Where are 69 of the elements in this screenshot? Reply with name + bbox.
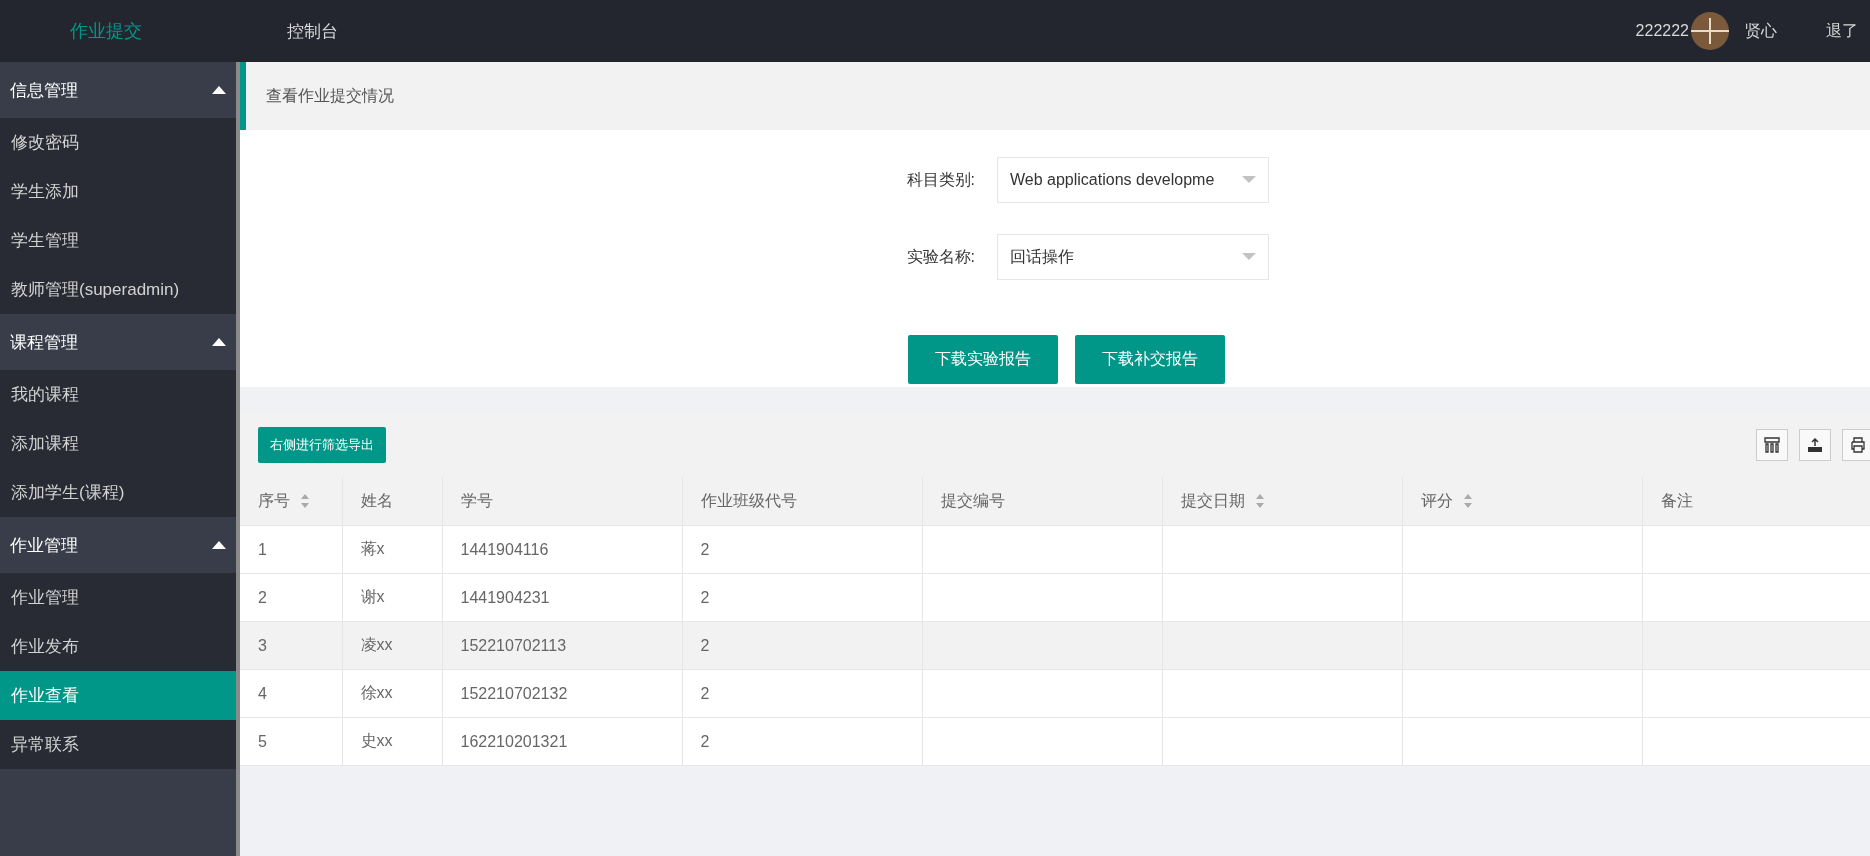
columns-icon bbox=[1764, 437, 1780, 453]
table-cell: 1441904116 bbox=[442, 525, 682, 574]
column-header: 学号 bbox=[442, 477, 682, 526]
columns-button[interactable] bbox=[1756, 429, 1788, 461]
table-cell: 152210702113 bbox=[442, 621, 682, 670]
table-cell: 2 bbox=[682, 621, 922, 670]
sidebar-item[interactable]: 学生管理 bbox=[0, 216, 236, 265]
download-button[interactable]: 下载补交报告 bbox=[1074, 335, 1225, 384]
page-title: 查看作业提交情况 bbox=[266, 85, 394, 106]
select-field[interactable]: 回话操作 bbox=[997, 234, 1269, 280]
table-cell: 谢x bbox=[342, 573, 442, 622]
sidebar-item[interactable]: 添加课程 bbox=[0, 419, 236, 468]
sidebar-item[interactable]: 作业管理 bbox=[0, 573, 236, 622]
avatar-icon[interactable] bbox=[1691, 12, 1729, 50]
table-row[interactable]: 4 徐xx 152210702132 2 bbox=[240, 669, 1870, 718]
column-header: 提交编号 bbox=[922, 477, 1162, 526]
table-cell: 5 bbox=[240, 717, 342, 766]
table-cell: 史xx bbox=[342, 717, 442, 766]
table-cell: 凌xx bbox=[342, 621, 442, 670]
table-cell: 2 bbox=[682, 669, 922, 718]
table-row[interactable]: 5 史xx 162210201321 2 bbox=[240, 717, 1870, 766]
table-cell: 1 bbox=[240, 525, 342, 574]
table-cell: 4 bbox=[240, 669, 342, 718]
field-label: 实验名称: bbox=[905, 246, 976, 267]
caret-up-icon bbox=[212, 541, 226, 549]
caret-up-icon bbox=[212, 86, 226, 94]
column-header: 备注 bbox=[1642, 477, 1870, 526]
sidebar-item[interactable]: 添加学生(课程) bbox=[0, 468, 236, 517]
column-header: 作业班级代号 bbox=[682, 477, 922, 526]
sidebar-item[interactable]: 我的课程 bbox=[0, 370, 236, 419]
export-button[interactable]: 右侧进行筛选导出 bbox=[258, 427, 386, 463]
table-cell: 蒋x bbox=[342, 525, 442, 574]
table-cell: 152210702132 bbox=[442, 669, 682, 718]
table-row[interactable]: 3 凌xx 152210702113 2 bbox=[240, 621, 1870, 670]
user-id: 222222 bbox=[1635, 22, 1689, 40]
dropdown-caret-icon bbox=[1242, 253, 1256, 261]
select-field[interactable]: Web applications developme bbox=[997, 157, 1269, 203]
user-name[interactable]: 贤心 bbox=[1745, 20, 1777, 42]
table-row[interactable]: 2 谢x 1441904231 2 bbox=[240, 573, 1870, 622]
download-button[interactable]: 下载实验报告 bbox=[907, 335, 1058, 384]
dropdown-caret-icon bbox=[1242, 176, 1256, 184]
table-cell: 162210201321 bbox=[442, 717, 682, 766]
export-tool-button[interactable] bbox=[1799, 429, 1831, 461]
table-cell: 徐xx bbox=[342, 669, 442, 718]
print-button[interactable] bbox=[1842, 429, 1870, 461]
table-cell: 3 bbox=[240, 621, 342, 670]
sidebar-item[interactable]: 教师管理(superadmin) bbox=[0, 265, 236, 314]
app-logo[interactable]: 作业提交 bbox=[70, 19, 287, 43]
table-cell: 2 bbox=[240, 573, 342, 622]
table-row[interactable]: 1 蒋x 1441904116 2 bbox=[240, 525, 1870, 574]
sidebar-item[interactable]: 修改密码 bbox=[0, 118, 236, 167]
column-header[interactable]: 评分 bbox=[1402, 477, 1642, 526]
column-header[interactable]: 提交日期 bbox=[1162, 477, 1402, 526]
caret-up-icon bbox=[212, 338, 226, 346]
export-icon bbox=[1807, 437, 1823, 453]
sidebar-item[interactable]: 学生添加 bbox=[0, 167, 236, 216]
logout-link[interactable]: 退了 bbox=[1826, 20, 1858, 42]
field-label: 科目类别: bbox=[905, 169, 976, 190]
table-cell: 1441904231 bbox=[442, 573, 682, 622]
sidebar-item[interactable]: 异常联系 bbox=[0, 720, 236, 769]
print-icon bbox=[1850, 437, 1866, 453]
column-header[interactable]: 序号 bbox=[240, 477, 342, 526]
table-cell: 2 bbox=[682, 717, 922, 766]
nav-link[interactable]: 控制台 bbox=[287, 19, 338, 43]
table-cell: 2 bbox=[682, 573, 922, 622]
table-cell: 2 bbox=[682, 525, 922, 574]
column-header: 姓名 bbox=[342, 477, 442, 526]
sidebar-item[interactable]: 作业发布 bbox=[0, 622, 236, 671]
sidebar-item[interactable]: 作业查看 bbox=[0, 671, 236, 720]
